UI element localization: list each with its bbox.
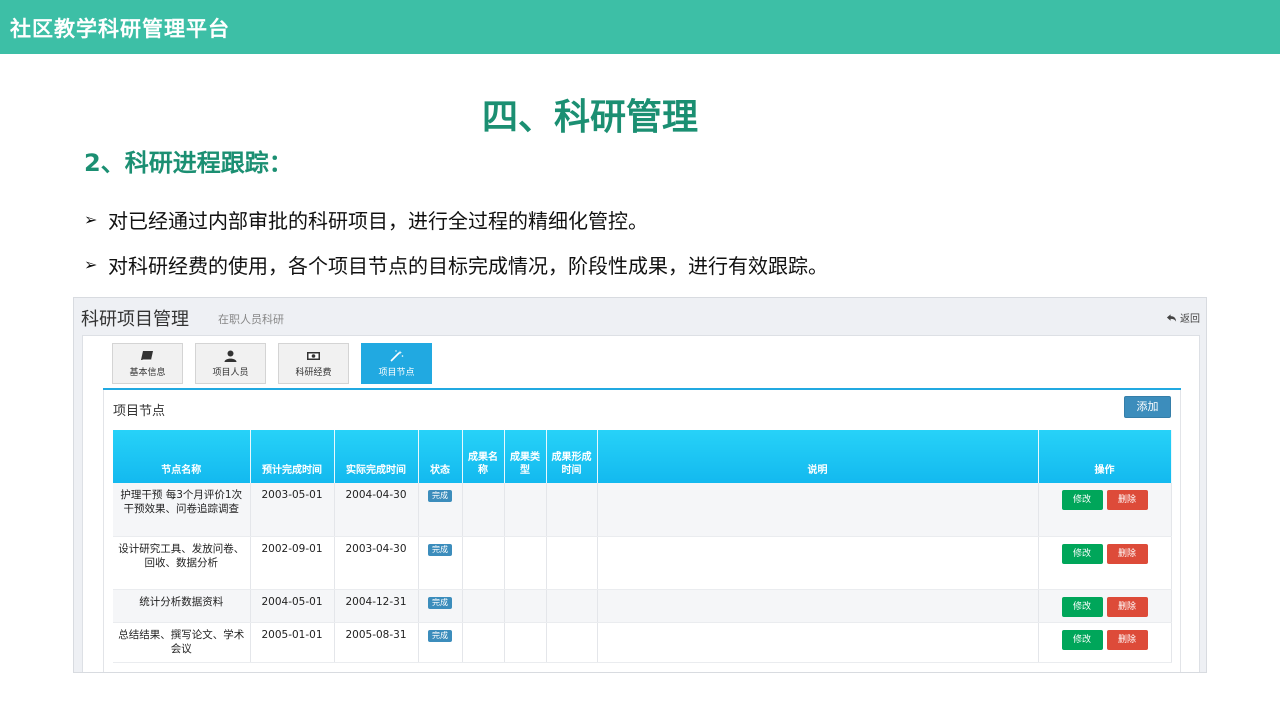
edit-button[interactable]: 修改 bbox=[1061, 543, 1103, 564]
back-link[interactable]: 返回 bbox=[1166, 310, 1200, 325]
panel-header: 科研项目管理 在职人员科研 返回 bbox=[74, 298, 1206, 334]
bullet-text: 对科研经费的使用，各个项目节点的目标完成情况，阶段性成果，进行有效跟踪。 bbox=[108, 254, 828, 278]
slide-title: 四、科研管理 bbox=[481, 97, 698, 138]
actual-date: 2005-08-31 bbox=[334, 622, 419, 663]
tab-label: 项目节点 bbox=[378, 367, 415, 378]
column-header: 实际完成时间 bbox=[334, 430, 419, 483]
node-name: 护理干预 每3个月评价1次干预效果、问卷追踪调查 bbox=[113, 483, 251, 537]
column-header: 成果类型 bbox=[504, 430, 547, 483]
bullet-item: ➢ 对已经通过内部审批的科研项目，进行全过程的精细化管控。 bbox=[84, 205, 648, 234]
actual-date: 2004-12-31 bbox=[334, 589, 419, 623]
column-header: 成果形成时间 bbox=[546, 430, 598, 483]
reply-arrow-icon bbox=[1166, 313, 1177, 322]
tab-basic-info[interactable]: 基本信息 bbox=[112, 343, 183, 384]
status-badge: 完成 bbox=[428, 490, 452, 502]
table-row: 护理干预 每3个月评价1次干预效果、问卷追踪调查 2003-05-01 2004… bbox=[113, 483, 1172, 537]
bullet-item: ➢ 对科研经费的使用，各个项目节点的目标完成情况，阶段性成果，进行有效跟踪。 bbox=[84, 250, 828, 279]
delete-button[interactable]: 删除 bbox=[1106, 543, 1148, 564]
panel-subtitle: 在职人员科研 bbox=[218, 313, 284, 326]
tab-label: 项目人员 bbox=[212, 367, 249, 378]
status-badge: 完成 bbox=[428, 629, 452, 642]
delete-button[interactable]: 删除 bbox=[1106, 490, 1148, 510]
screenshot-panel: 科研项目管理 在职人员科研 返回 基本信息 项目人员 科研经费 项目节点 项目节… bbox=[73, 297, 1207, 673]
panel-content: 基本信息 项目人员 科研经费 项目节点 项目节点 添加 节点名称 预计完成时间 … bbox=[82, 335, 1200, 672]
back-label: 返回 bbox=[1180, 314, 1200, 325]
project-nodes-section: 项目节点 添加 节点名称 预计完成时间 实际完成时间 状态 成果名称 成果类型 … bbox=[103, 390, 1181, 672]
actions-cell: 修改 删除 bbox=[1038, 536, 1172, 590]
status-cell: 完成 bbox=[418, 589, 463, 623]
description bbox=[597, 622, 1039, 663]
result-time bbox=[546, 589, 598, 623]
actions-cell: 修改 删除 bbox=[1038, 622, 1172, 663]
arrow-bullet-icon: ➢ bbox=[84, 255, 98, 274]
tab-project-members[interactable]: 项目人员 bbox=[195, 343, 266, 384]
add-button[interactable]: 添加 bbox=[1124, 396, 1171, 418]
description bbox=[597, 589, 1039, 623]
table-row: 统计分析数据资料 2004-05-01 2004-12-31 完成 修改 删除 bbox=[113, 589, 1172, 623]
magic-wand-icon bbox=[390, 349, 404, 362]
tab-label: 科研经费 bbox=[295, 367, 332, 378]
column-header: 节点名称 bbox=[113, 430, 251, 483]
column-header: 操作 bbox=[1038, 430, 1172, 483]
section-title: 项目节点 bbox=[113, 404, 166, 419]
tab-bar: 基本信息 项目人员 科研经费 项目节点 bbox=[112, 343, 432, 384]
money-icon bbox=[307, 351, 320, 360]
edit-button[interactable]: 修改 bbox=[1061, 596, 1103, 617]
actions-cell: 修改 删除 bbox=[1038, 589, 1172, 623]
table-row: 总结结果、撰写论文、学术会议 2005-01-01 2005-08-31 完成 … bbox=[113, 622, 1172, 663]
description bbox=[597, 483, 1039, 537]
node-name: 设计研究工具、发放问卷、回收、数据分析 bbox=[113, 536, 251, 590]
edit-button[interactable]: 修改 bbox=[1061, 629, 1103, 650]
description bbox=[597, 536, 1039, 590]
status-badge: 完成 bbox=[428, 596, 452, 609]
tab-research-funds[interactable]: 科研经费 bbox=[278, 343, 349, 384]
result-type bbox=[504, 483, 547, 537]
edit-button[interactable]: 修改 bbox=[1061, 490, 1103, 510]
delete-button[interactable]: 删除 bbox=[1106, 629, 1148, 650]
planned-date: 2003-05-01 bbox=[250, 483, 335, 537]
tab-project-nodes[interactable]: 项目节点 bbox=[361, 343, 432, 384]
delete-button[interactable]: 删除 bbox=[1106, 596, 1148, 617]
panel-title: 科研项目管理 bbox=[81, 309, 189, 330]
book-icon bbox=[141, 350, 153, 360]
app-title: 社区教学科研管理平台 bbox=[10, 17, 230, 41]
result-name bbox=[462, 622, 505, 663]
result-name bbox=[462, 536, 505, 590]
result-time bbox=[546, 483, 598, 537]
planned-date: 2004-05-01 bbox=[250, 589, 335, 623]
status-cell: 完成 bbox=[418, 622, 463, 663]
status-cell: 完成 bbox=[418, 536, 463, 590]
column-header: 预计完成时间 bbox=[250, 430, 335, 483]
arrow-bullet-icon: ➢ bbox=[84, 210, 98, 229]
column-header: 状态 bbox=[418, 430, 463, 483]
actual-date: 2004-04-30 bbox=[334, 483, 419, 537]
user-icon bbox=[224, 350, 237, 362]
planned-date: 2005-01-01 bbox=[250, 622, 335, 663]
column-header: 说明 bbox=[597, 430, 1039, 483]
result-type bbox=[504, 589, 547, 623]
result-name bbox=[462, 483, 505, 537]
planned-date: 2002-09-01 bbox=[250, 536, 335, 590]
status-cell: 完成 bbox=[418, 483, 463, 537]
actions-cell: 修改 删除 bbox=[1038, 483, 1172, 537]
result-type bbox=[504, 536, 547, 590]
top-bar: 社区教学科研管理平台 bbox=[0, 0, 1280, 54]
result-type bbox=[504, 622, 547, 663]
result-name bbox=[462, 589, 505, 623]
actual-date: 2003-04-30 bbox=[334, 536, 419, 590]
result-time bbox=[546, 622, 598, 663]
status-badge: 完成 bbox=[428, 543, 452, 556]
tab-label: 基本信息 bbox=[129, 367, 166, 378]
node-name: 总结结果、撰写论文、学术会议 bbox=[113, 622, 251, 663]
nodes-table: 节点名称 预计完成时间 实际完成时间 状态 成果名称 成果类型 成果形成时间 说… bbox=[113, 430, 1172, 663]
table-header-row: 节点名称 预计完成时间 实际完成时间 状态 成果名称 成果类型 成果形成时间 说… bbox=[113, 430, 1172, 483]
bullet-text: 对已经通过内部审批的科研项目，进行全过程的精细化管控。 bbox=[108, 209, 648, 233]
column-header: 成果名称 bbox=[462, 430, 505, 483]
table-row: 设计研究工具、发放问卷、回收、数据分析 2002-09-01 2003-04-3… bbox=[113, 536, 1172, 590]
slide-subtitle: 2、科研进程跟踪： bbox=[84, 149, 293, 177]
result-time bbox=[546, 536, 598, 590]
node-name: 统计分析数据资料 bbox=[113, 589, 251, 623]
